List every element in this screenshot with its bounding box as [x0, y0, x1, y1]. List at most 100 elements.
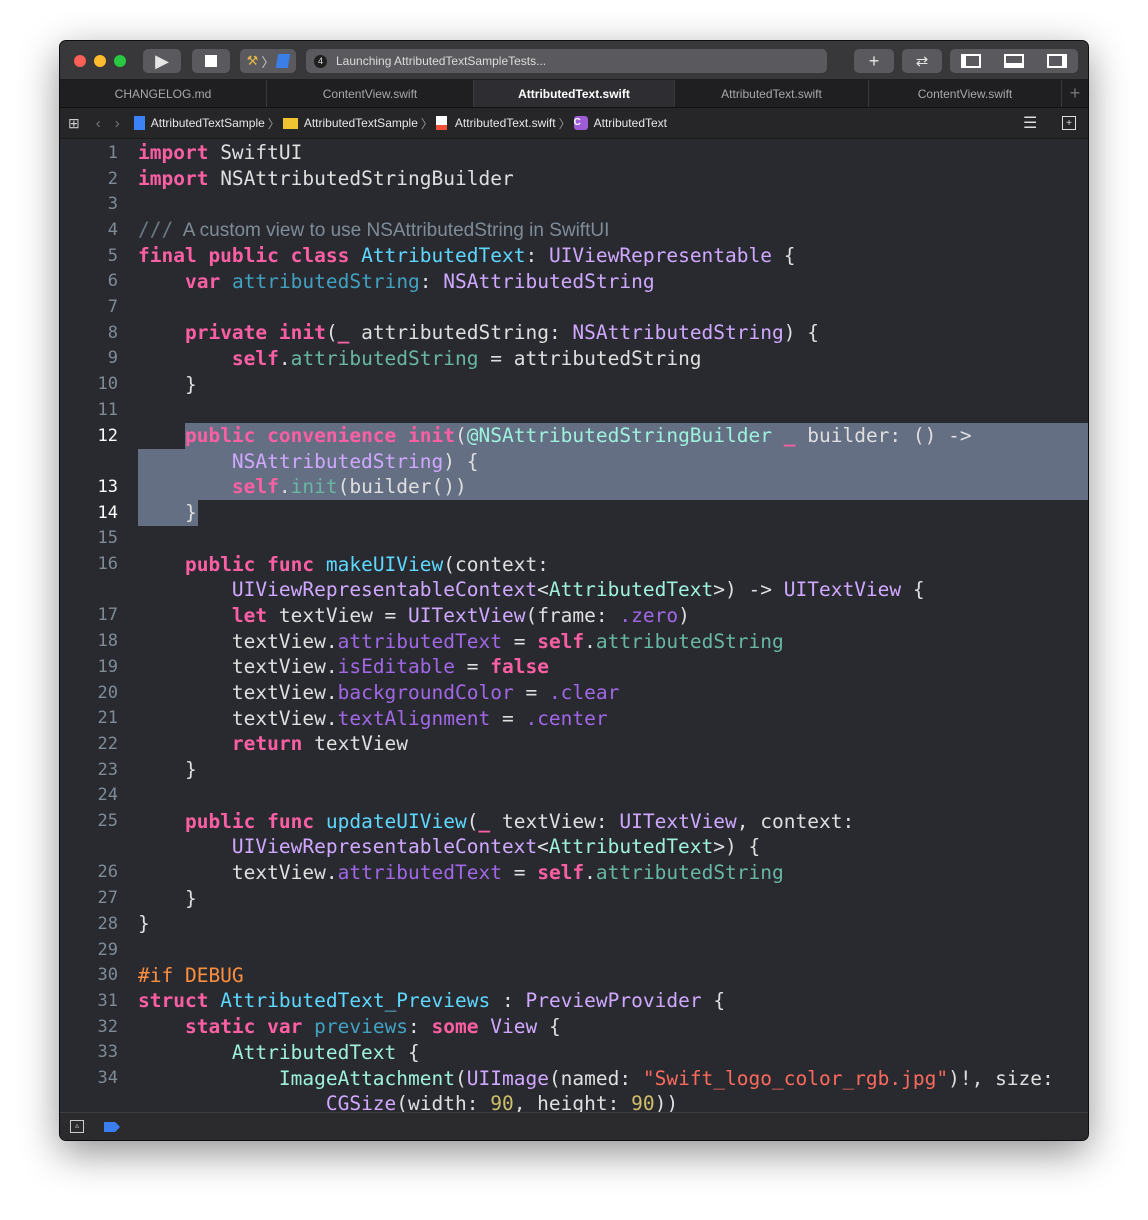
code-token: (width: — [396, 1092, 491, 1112]
code-token: attributedString: — [349, 321, 573, 345]
code-line: 8 private init(_ attributedString: NSAtt… — [60, 320, 819, 346]
related-items-icon[interactable]: ⊞ — [68, 115, 80, 132]
code-token: < — [537, 835, 549, 859]
editor-options-icon[interactable]: ☰ — [1023, 113, 1037, 133]
show-debug-area-icon[interactable]: ▵ — [70, 1120, 84, 1133]
code-token: >) { — [713, 835, 761, 859]
tab-contentview[interactable]: ContentView.swift — [267, 80, 474, 107]
code-token: } — [138, 758, 197, 782]
tab-contentview-2[interactable]: ContentView.swift — [869, 80, 1062, 107]
forward-button[interactable]: › — [115, 115, 120, 132]
breadcrumb-symbol[interactable]: C AttributedText — [573, 116, 667, 130]
code-text: textView.attributedText = self.attribute… — [138, 861, 784, 884]
tab-changelog[interactable]: CHANGELOG.md — [60, 80, 267, 107]
code-token: = — [513, 681, 549, 705]
breadcrumb-folder[interactable]: AttributedTextSample — [282, 116, 418, 130]
code-token: (frame: — [525, 603, 620, 627]
xcode-window: ▶ ⚒ 〉 4 Launching AttributedTextSampleTes… — [60, 41, 1088, 1140]
code-token: public func — [184, 552, 315, 576]
activity-status: 4 Launching AttributedTextSampleTests... — [306, 49, 827, 73]
code-token: let — [231, 603, 268, 627]
minimize-window-button[interactable] — [94, 55, 106, 67]
code-token: false — [490, 655, 549, 679]
breadcrumb-file[interactable]: AttributedText.swift — [435, 116, 556, 130]
line-number: 18 — [97, 631, 118, 652]
code-line: 22 return textView — [60, 731, 409, 757]
line-number: 15 — [97, 528, 118, 549]
line-number: 28 — [97, 913, 118, 934]
code-token: { — [701, 989, 726, 1013]
code-text: self.init(builder()) — [138, 475, 467, 498]
code-token: AttributedText_Previews — [220, 989, 491, 1013]
scheme-selector[interactable]: ⚒ 〉 — [240, 49, 296, 73]
line-number: 23 — [97, 759, 118, 780]
code-token: View — [490, 1015, 538, 1039]
code-text: textView.isEditable = false — [138, 655, 549, 678]
debug-area-toggle-icon[interactable] — [1003, 54, 1024, 68]
code-line: 23 } — [60, 757, 197, 783]
line-number: 16 — [97, 554, 118, 575]
code-text: textView.attributedText = self.attribute… — [138, 630, 784, 653]
library-button[interactable]: + — [854, 49, 894, 73]
close-window-button[interactable] — [74, 55, 86, 67]
line-number: 9 — [107, 348, 118, 369]
code-token: NSAttributedStringBuilder — [208, 167, 514, 191]
stop-icon — [205, 55, 217, 67]
code-token: { — [396, 1040, 420, 1064]
zoom-window-button[interactable] — [114, 55, 126, 67]
code-token: public func — [184, 809, 315, 833]
line-number: 14 — [97, 502, 118, 523]
code-token: { — [901, 578, 925, 602]
code-line: 19 textView.isEditable = false — [60, 654, 549, 680]
code-token: textView. — [138, 629, 338, 653]
code-token: textView: — [490, 809, 620, 833]
run-button[interactable]: ▶ — [143, 49, 181, 73]
code-token: } — [138, 501, 197, 525]
code-review-button[interactable]: ⇄ — [902, 49, 942, 73]
add-editor-icon[interactable]: + — [1062, 116, 1076, 130]
code-line: 28} — [60, 911, 150, 937]
inspector-toggle-icon[interactable] — [1046, 54, 1067, 68]
tab-attributedtext-active[interactable]: AttributedText.swift — [474, 80, 675, 107]
breakpoint-icon[interactable] — [104, 1122, 120, 1132]
code-token: ( — [466, 809, 479, 833]
code-token: : — [490, 989, 526, 1013]
panel-toggles — [950, 49, 1078, 73]
add-tab-button[interactable]: + — [1062, 80, 1088, 107]
code-text: /// A custom view to use NSAttributedStr… — [138, 218, 609, 242]
line-number: 22 — [97, 733, 118, 754]
code-token: self — [537, 860, 585, 884]
breadcrumb-label: AttributedTextSample — [150, 116, 265, 130]
code-line: 15 — [60, 526, 118, 552]
tab-attributedtext[interactable]: AttributedText.swift — [675, 80, 869, 107]
code-token: . — [584, 860, 596, 884]
code-token: SwiftUI — [208, 141, 303, 165]
code-line: 14 } — [60, 500, 197, 526]
line-number: 19 — [97, 656, 118, 677]
stop-button[interactable] — [192, 49, 230, 73]
status-count-badge: 4 — [314, 54, 327, 68]
code-token: textView — [302, 732, 409, 756]
code-line: 4 /// A custom view to use NSAttributedSt… — [60, 217, 610, 243]
navigator-toggle-icon[interactable] — [961, 54, 982, 68]
code-token: UITextView — [783, 578, 902, 602]
code-text: struct AttributedText_Previews : Preview… — [138, 989, 725, 1012]
code-line: 25 public func updateUIView(_ textView: … — [60, 808, 855, 834]
code-token: : — [525, 244, 549, 268]
code-editor[interactable]: 1 import SwiftUI 2 import NSAttributedStrin… — [60, 139, 1088, 1112]
code-token: backgroundColor — [337, 681, 514, 705]
plus-icon: + — [868, 50, 880, 71]
back-button[interactable]: ‹ — [96, 115, 101, 132]
code-text: public convenience init(@NSAttributedStr… — [138, 424, 972, 447]
breadcrumb-project[interactable]: AttributedTextSample — [133, 116, 265, 130]
code-text: CGSize(width: 90, height: 90)) — [138, 1092, 678, 1112]
